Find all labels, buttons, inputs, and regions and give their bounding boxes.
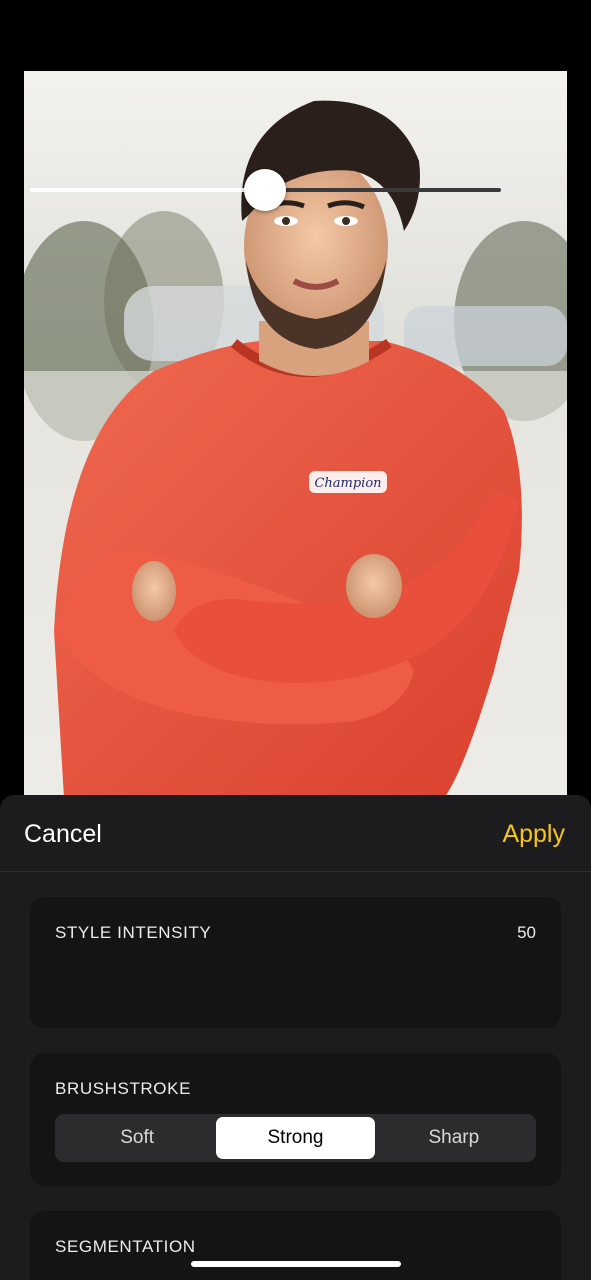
brushstroke-segmented-control: Soft Strong Sharp (55, 1114, 536, 1162)
style-intensity-value: 50 (517, 923, 536, 942)
style-intensity-slider[interactable] (29, 169, 501, 211)
home-indicator (191, 1261, 401, 1267)
cancel-button[interactable]: Cancel (24, 819, 102, 849)
apply-button[interactable]: Apply (502, 819, 565, 849)
style-intensity-card: STYLE INTENSITY 50 (30, 897, 561, 1028)
segmentation-label: SEGMENTATION (55, 1237, 196, 1256)
sweater-logo-text: Champion (314, 476, 381, 491)
sheet-header: Cancel Apply (0, 795, 591, 872)
slider-fill (29, 188, 265, 192)
brushstroke-option-strong[interactable]: Strong (216, 1117, 375, 1159)
brushstroke-card: BRUSHSTROKE Soft Strong Sharp (30, 1053, 561, 1186)
style-adjustment-sheet: Cancel Apply STYLE INTENSITY 50 BRUSHSTR… (0, 795, 591, 1280)
brushstroke-option-soft[interactable]: Soft (58, 1117, 216, 1159)
brushstroke-label: BRUSHSTROKE (55, 1079, 192, 1098)
segmentation-card: SEGMENTATION (30, 1211, 561, 1280)
slider-thumb[interactable] (244, 169, 286, 211)
brushstroke-option-sharp[interactable]: Sharp (375, 1117, 533, 1159)
style-intensity-label: STYLE INTENSITY (55, 923, 212, 942)
